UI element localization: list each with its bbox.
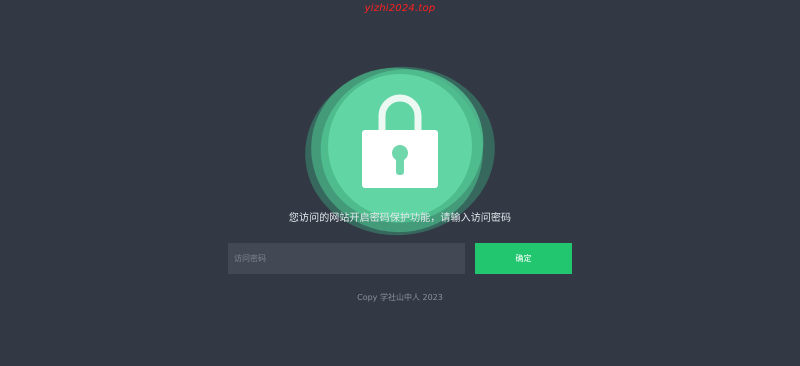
confirm-button[interactable]: 确定 [475,243,572,274]
password-input[interactable] [228,243,465,274]
copyright-footer: Copy 学社山中人 2023 [357,293,443,302]
watermark-text: yizhi2024.top [364,3,436,14]
password-prompt-text: 您访问的网站开启密码保护功能，请输入访问密码 [288,213,512,224]
password-protection-page: yizhi2024.top 您访问的网站开启密码保护功能，请输入访问密码 确定 … [0,0,800,366]
